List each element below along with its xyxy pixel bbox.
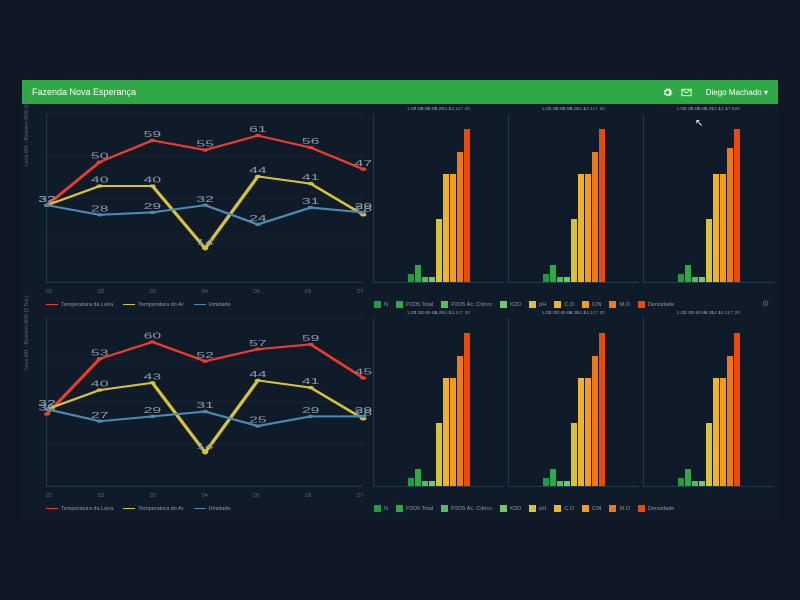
legend-item[interactable]: Temperatura do Ar <box>123 302 183 308</box>
svg-text:29: 29 <box>355 202 373 211</box>
svg-text:31: 31 <box>196 401 214 410</box>
legend-item[interactable]: Umidade <box>194 506 231 512</box>
svg-text:56: 56 <box>302 137 320 146</box>
legend-item[interactable]: K2O <box>500 505 521 512</box>
legend-item[interactable]: C/N <box>582 505 601 512</box>
svg-text:40: 40 <box>91 379 109 388</box>
mail-icon[interactable] <box>681 87 692 98</box>
svg-text:53: 53 <box>91 348 109 357</box>
svg-text:61: 61 <box>249 125 267 134</box>
line-legend: Temperatura da Leira Temperatura do Ar Umi… <box>26 297 370 312</box>
line-legend: Temperatura da Leira Temperatura do Ar Umi… <box>26 501 370 516</box>
line-chart-top: Leira 001 - Biochem 90% (1 Ton.) 3250595… <box>26 108 367 297</box>
y-axis-label: Leira 001 - Biochem 90% (1 Ton.) <box>24 91 30 165</box>
legend-item[interactable]: Densidade <box>638 301 674 308</box>
legend-item[interactable]: Temperatura da Leira <box>46 506 113 512</box>
legend-item[interactable]: Temperatura do Ar <box>123 506 183 512</box>
svg-text:32: 32 <box>38 399 56 408</box>
svg-text:31: 31 <box>302 197 320 206</box>
legend-item[interactable]: P2O5 Ác. Cítrico <box>441 505 492 512</box>
legend-item[interactable]: P2O5 Total <box>396 505 433 512</box>
svg-text:29: 29 <box>355 406 373 415</box>
page-title: Fazenda Nova Esperança <box>32 87 662 97</box>
svg-text:55: 55 <box>196 139 214 148</box>
svg-text:29: 29 <box>144 202 162 211</box>
svg-text:32: 32 <box>196 195 214 204</box>
y-axis-label: Leira 001 - Biochem 90% (1 Ton.) <box>24 295 30 369</box>
svg-text:32: 32 <box>38 195 56 204</box>
x-axis-ticks: D1D2D3D4D5D6D7 <box>46 289 363 295</box>
legend-item[interactable]: C/N <box>582 301 601 308</box>
header-actions: Diego Machado ▾ <box>662 87 768 98</box>
bar-group-bottom: 1.022.250.60.658.2814.114.11720 1.022.25… <box>373 312 774 501</box>
legend-item[interactable]: M.O <box>609 505 629 512</box>
svg-text:25: 25 <box>249 415 267 424</box>
legend-item[interactable]: P2O5 Total <box>396 301 433 308</box>
dashboard-content: Leira 001 - Biochem 90% (1 Ton.) 32 50 59 5… <box>22 104 778 520</box>
svg-text:60: 60 <box>144 331 162 340</box>
svg-text:43: 43 <box>144 372 162 381</box>
legend-item[interactable]: P2O5 Ác. Cítrico <box>441 301 492 308</box>
user-menu[interactable]: Diego Machado ▾ <box>700 88 768 97</box>
svg-text:29: 29 <box>144 406 162 415</box>
legend-item[interactable]: pH <box>529 505 546 512</box>
x-axis-ticks: D1D2D3D4D5D6D7 <box>46 493 363 499</box>
bar-chart[interactable]: 1.022.250.650.658.2514.114.117.620 <box>643 114 774 283</box>
line-chart-bottom: Leira 001 - Biochem 90% (1 Ton.) 3053605… <box>26 312 367 501</box>
svg-text:14: 14 <box>196 442 214 451</box>
legend-item[interactable]: K2O <box>500 301 521 308</box>
svg-text:59: 59 <box>144 130 162 139</box>
charts-row-top: Leira 001 - Biochem 90% (1 Ton.) 3250595… <box>26 108 774 297</box>
legend-row-bottom: Temperatura da Leira Temperatura do Ar Umi… <box>26 501 774 516</box>
app-header: Fazenda Nova Esperança Diego Machado ▾ <box>22 80 778 104</box>
legend-item[interactable]: Umidade <box>194 302 231 308</box>
svg-text:29: 29 <box>302 406 320 415</box>
line-plot-area[interactable]: 3250595561564732404014444128322829322431… <box>46 114 363 283</box>
bar-chart[interactable]: 1.022.250.60.658.2814.114.11720 <box>373 318 504 487</box>
svg-text:52: 52 <box>196 351 214 360</box>
bar-legend: N P2O5 Total P2O5 Ác. Cítrico K2O pH C.O C/N M.… <box>370 501 774 516</box>
svg-text:27: 27 <box>91 411 109 420</box>
line-plot-area[interactable]: 3053605257594532404314444128322729312529… <box>46 318 363 487</box>
bar-group-top: 1.022.250.650.658.2514.114.11720 1.022.2… <box>373 108 774 297</box>
legend-item[interactable]: C.O <box>554 505 574 512</box>
gear-icon[interactable] <box>662 87 673 98</box>
legend-item[interactable]: Densidade <box>638 505 674 512</box>
legend-item[interactable]: pH <box>529 301 546 308</box>
panel-settings-icon[interactable]: ⚙ <box>762 299 770 307</box>
svg-text:44: 44 <box>249 166 267 175</box>
svg-text:41: 41 <box>302 377 320 386</box>
svg-text:45: 45 <box>355 367 373 376</box>
bar-chart[interactable]: 1.022.250.60.658.2814.114.11720 <box>643 318 774 487</box>
svg-text:59: 59 <box>302 334 320 343</box>
dashboard-app: Fazenda Nova Esperança Diego Machado ▾ L… <box>22 80 778 520</box>
bar-chart[interactable]: 1.022.250.650.658.2514.114.11720 <box>373 114 504 283</box>
svg-text:47: 47 <box>355 159 373 168</box>
svg-text:24: 24 <box>249 214 267 223</box>
legend-item[interactable]: M.O <box>609 301 629 308</box>
bar-chart[interactable]: 1.022.250.650.658.2514.114.11720 <box>508 114 639 283</box>
svg-text:44: 44 <box>249 370 267 379</box>
legend-item[interactable]: Temperatura da Leira <box>46 302 113 308</box>
legend-item[interactable]: C.O <box>554 301 574 308</box>
svg-text:41: 41 <box>302 173 320 182</box>
svg-text:50: 50 <box>91 151 109 160</box>
svg-text:57: 57 <box>249 339 267 348</box>
legend-row-top: Temperatura da Leira Temperatura do Ar Umi… <box>26 297 774 312</box>
svg-text:28: 28 <box>91 204 109 213</box>
svg-text:40: 40 <box>144 175 162 184</box>
svg-text:14: 14 <box>196 238 214 247</box>
svg-text:40: 40 <box>91 175 109 184</box>
bar-chart[interactable]: 1.022.250.60.658.2814.114.11720 <box>508 318 639 487</box>
legend-item[interactable]: N <box>374 301 388 308</box>
legend-item[interactable]: N <box>374 505 388 512</box>
charts-row-bottom: Leira 001 - Biochem 90% (1 Ton.) 3053605… <box>26 312 774 501</box>
